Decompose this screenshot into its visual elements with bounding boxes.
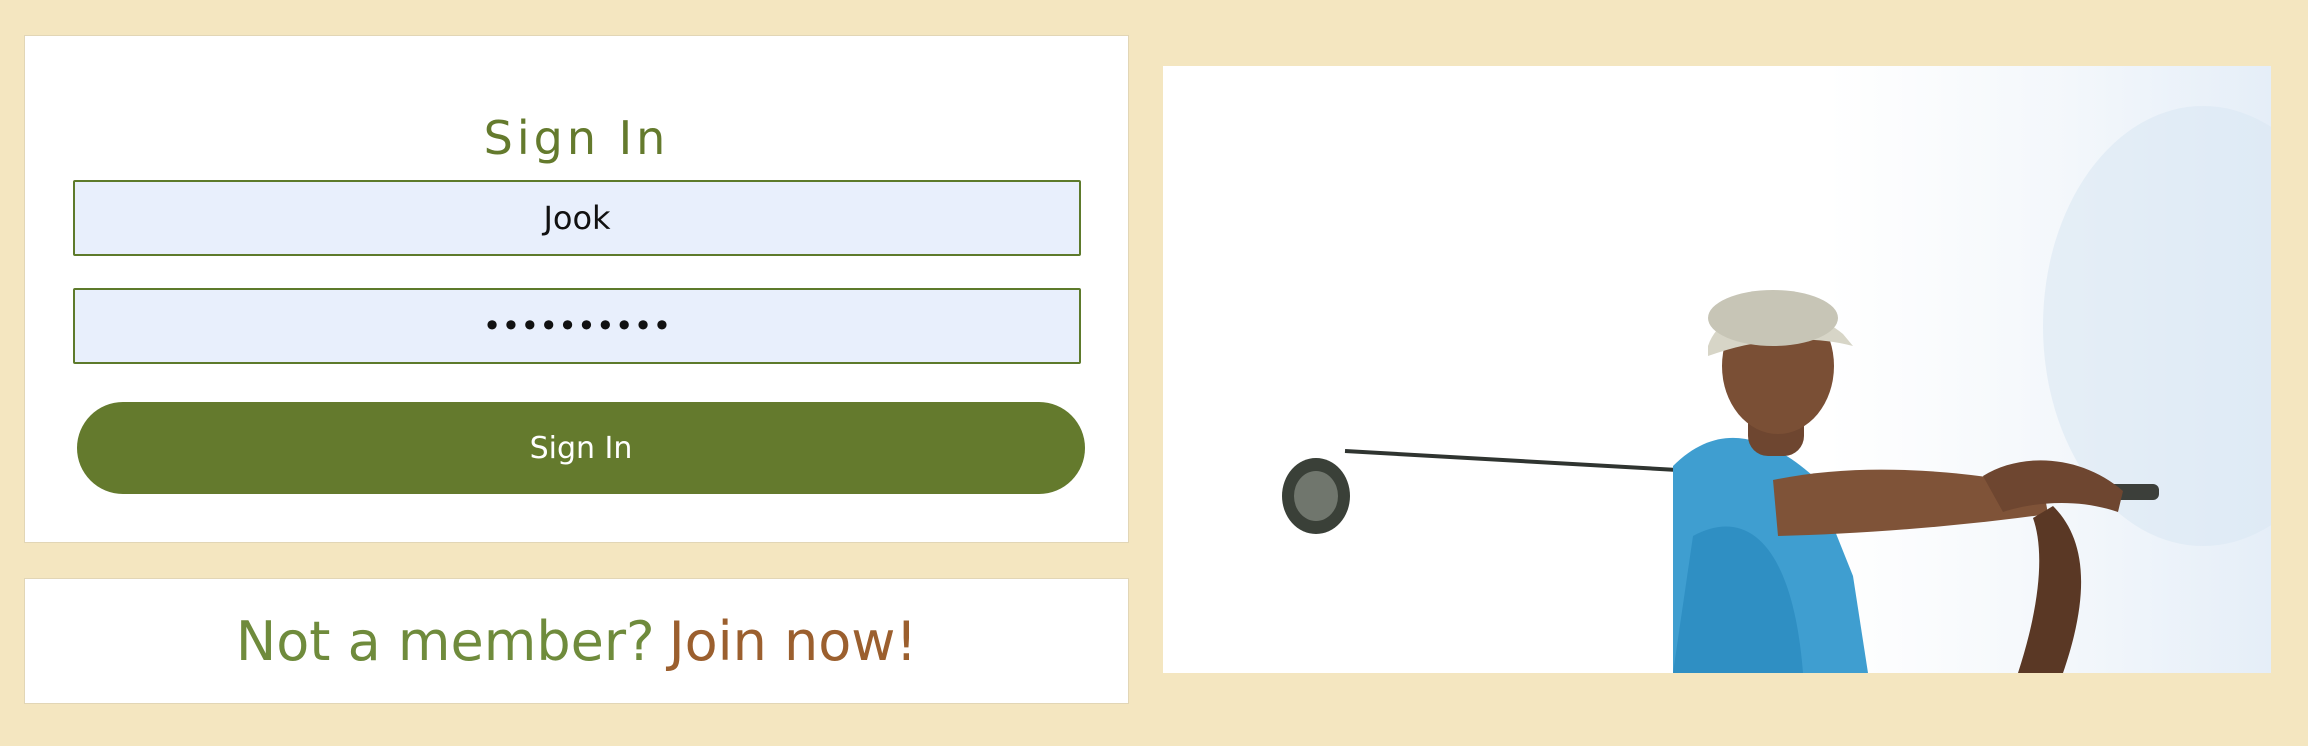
username-input[interactable] [73, 180, 1081, 256]
golfer-illustration [1282, 106, 2271, 673]
join-prompt: Not a member? [235, 609, 655, 673]
sign-in-button[interactable]: Sign In [77, 402, 1085, 494]
sign-in-title: Sign In [483, 111, 670, 165]
join-now-link[interactable]: Join now! [669, 610, 917, 673]
join-panel: Not a member? Join now! [24, 578, 1129, 704]
password-input[interactable] [73, 288, 1081, 364]
golfer-photo [1163, 66, 2271, 673]
sign-in-panel: Sign In Sign In [24, 35, 1129, 543]
